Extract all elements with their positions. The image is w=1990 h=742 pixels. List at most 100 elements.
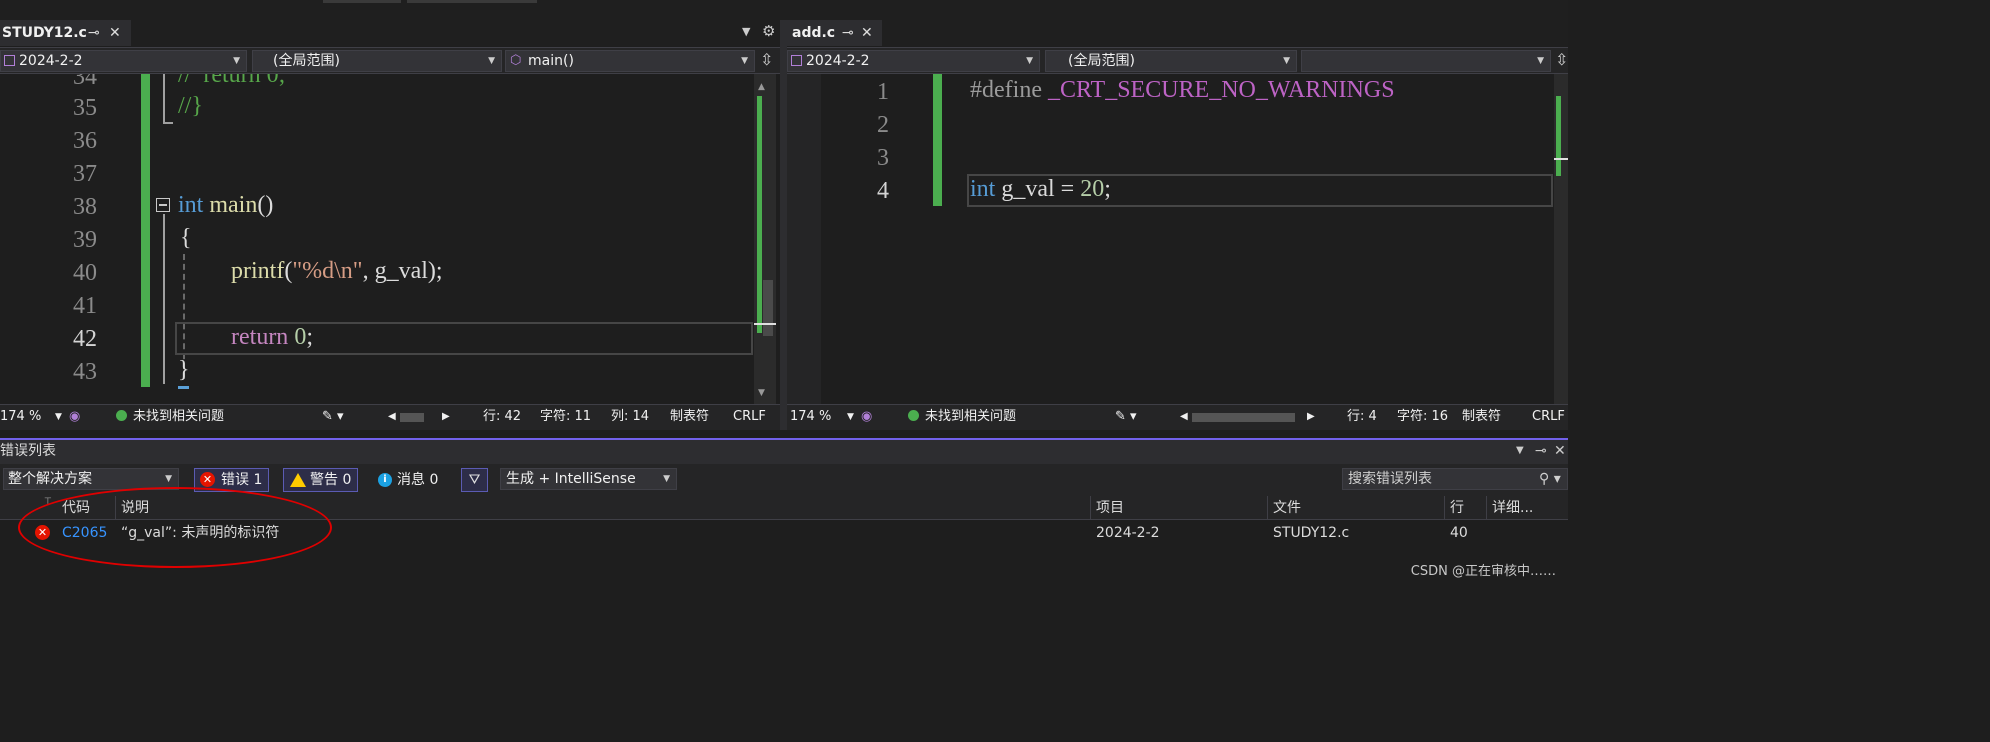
scope-combo[interactable]: (全局范围) ▼ [1045,50,1297,72]
tab-title: add.c [792,25,836,41]
scroll-left-icon[interactable]: ◀ [1180,405,1188,429]
project-combo[interactable]: 2024-2-2 ▼ [0,50,247,72]
line-number: 36 [73,128,97,154]
cursor-char: 字符: 16 [1397,409,1449,424]
close-icon[interactable]: ✕ [861,20,873,46]
line-number: 38 [73,194,97,220]
split-icon[interactable]: ⇳ [760,50,773,69]
change-bar [141,74,150,387]
line-number: 42 [73,326,97,352]
chevron-down-icon: ▼ [233,56,240,66]
column-project[interactable]: 项目 [1096,496,1124,520]
right-nav-bar: 2024-2-2 ▼ (全局范围) ▼ ▼ ⇳ [787,47,1568,74]
scroll-left-icon[interactable]: ◀ [388,405,396,429]
gear-icon[interactable]: ⚙ [762,22,775,40]
build-source-select[interactable]: 生成 + IntelliSense ▼ [500,468,677,490]
scope-combo[interactable]: (全局范围) ▼ [252,50,502,72]
pin-icon[interactable]: ⊸ [842,20,854,46]
member-combo[interactable]: ▼ [1301,50,1551,72]
indent-mode[interactable]: 制表符 [1462,405,1501,429]
line-number: 3 [877,145,889,171]
scroll-right-icon[interactable]: ▶ [1307,405,1315,429]
project-combo-value: 2024-2-2 [806,53,870,69]
line-number: 40 [73,260,97,286]
issues-status[interactable]: 未找到相关问题 [116,405,224,429]
copilot-icon[interactable]: ◉ [69,405,80,429]
menu-strip [0,0,1568,20]
code-line-38: int main() [178,192,274,218]
column-file[interactable]: 文件 [1273,496,1301,520]
collapse-icon[interactable] [156,198,170,212]
error-project: 2024-2-2 [1096,525,1160,541]
tab-add-c[interactable]: add.c ⊸ ✕ [787,20,882,46]
column-line[interactable]: 行 [1450,496,1464,520]
issues-status[interactable]: 未找到相关问题 [908,405,1016,429]
cleanup-icon[interactable]: ✎ ▾ [1115,405,1137,429]
search-icon[interactable]: ⚲ ▾ [1539,469,1561,489]
cleanup-icon[interactable]: ✎ ▾ [322,405,344,429]
line-ending[interactable]: CRLF [1532,405,1565,429]
chevron-down-icon: ▼ [1537,56,1544,66]
line-number: 41 [73,293,97,319]
chevron-down-icon[interactable]: ▼ [847,405,854,429]
code-line-4: int g_val = 20; [970,176,1111,202]
chevron-down-icon[interactable]: ▼ [55,405,62,429]
project-combo[interactable]: 2024-2-2 ▼ [787,50,1040,72]
vertical-scrollbar[interactable]: ▲ ▼ [754,74,776,404]
code-line-34: // return 0; [178,74,286,88]
project-combo-value: 2024-2-2 [19,53,83,69]
line-number: 39 [73,227,97,253]
chevron-down-icon: ▼ [165,474,172,484]
hscroll-thumb[interactable] [1192,413,1295,422]
project-icon [4,55,15,66]
code-line-43: } [178,357,190,383]
vertical-scrollbar[interactable] [1554,74,1568,404]
line-number: 1 [877,79,889,105]
scroll-thumb [763,280,773,336]
scroll-right-icon[interactable]: ▶ [442,405,450,429]
dropdown-icon[interactable]: ▼ [1516,440,1524,462]
pane-splitter[interactable] [780,20,787,430]
left-nav-bar: 2024-2-2 ▼ (全局范围) ▼ ⬡ main() ▼ ⇳ [0,47,780,74]
code-line-1: #define _CRT_SECURE_NO_WARNINGS [970,77,1395,103]
caret-marker [754,323,776,325]
left-tab-bar: STUDY12.c ⊸ ✕ ▼ ⚙ [0,20,780,46]
panel-gap [0,430,1568,438]
cursor-line: 行: 4 [1347,409,1377,424]
member-combo[interactable]: ⬡ main() ▼ [505,50,755,72]
messages-filter-button[interactable]: i 消息 0 [370,468,445,492]
error-list-titlebar: 错误列表 ▼ ⊸ ✕ [0,438,1568,464]
cursor-char: 字符: 11 [540,409,592,424]
tab-study12[interactable]: STUDY12.c ⊸ ✕ [0,20,131,46]
error-list-title: 错误列表 [0,443,56,459]
code-line-42: return 0; [231,324,313,350]
chevron-down-icon: ▼ [1283,56,1290,66]
indent-mode[interactable]: 制表符 [670,405,709,429]
member-combo-value: main() [528,53,574,69]
line-number: 4 [877,178,889,204]
error-search-input[interactable]: 搜索错误列表 ⚲ ▾ [1342,468,1568,490]
scope-combo-value: (全局范围) [273,53,340,69]
line-number: 35 [73,95,97,121]
close-icon[interactable]: ✕ [1554,440,1566,462]
copilot-icon[interactable]: ◉ [861,405,872,429]
zoom-level[interactable]: 174 % [0,405,41,429]
pin-icon[interactable]: ⊸ [1535,440,1547,462]
warning-icon [290,473,306,487]
brace-match [178,386,189,389]
pin-icon[interactable]: ⊸ [88,20,100,46]
column-detail[interactable]: 详细... [1492,496,1533,520]
right-code-editor[interactable]: 1 2 3 4 #define _CRT_SECURE_NO_WARNINGS … [787,74,1568,404]
line-ending[interactable]: CRLF [733,405,766,429]
close-icon[interactable]: ✕ [109,20,121,46]
project-icon [791,55,802,66]
error-file: STUDY12.c [1273,525,1350,541]
warnings-filter-button[interactable]: 警告 0 [283,468,359,492]
dropdown-icon[interactable]: ▼ [742,25,750,38]
code-line-40: printf("%d\n", g_val); [231,258,443,284]
zoom-level[interactable]: 174 % [790,405,831,429]
left-code-editor[interactable]: 34 35 36 37 38 39 40 41 42 43 // return … [0,74,778,404]
hscroll-thumb[interactable] [400,413,424,422]
split-icon[interactable]: ⇳ [1555,50,1568,69]
filter-icon[interactable]: ⛛ [461,468,488,492]
